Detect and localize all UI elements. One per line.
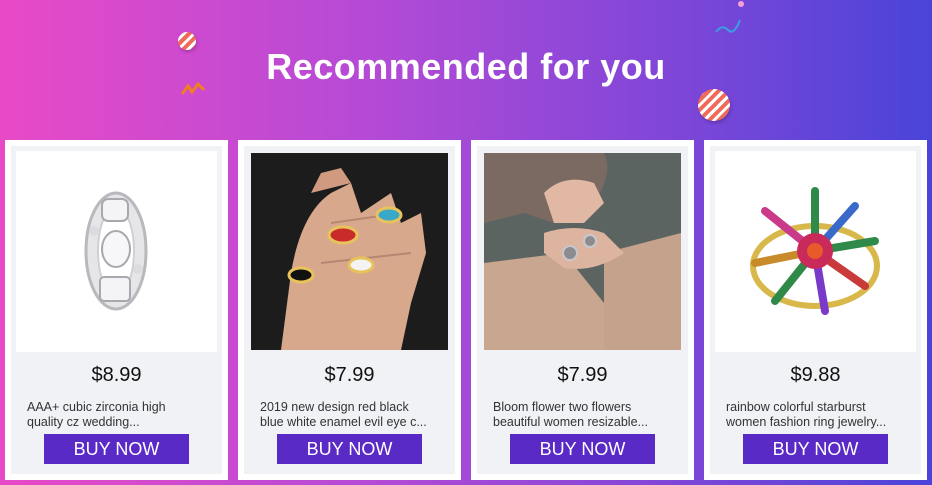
product-image[interactable] — [251, 153, 448, 350]
product-description[interactable]: AAA+ cubic zirconia high quality cz wedd… — [27, 400, 209, 430]
product-price: $7.99 — [557, 364, 608, 386]
hand-with-rings-icon — [251, 153, 448, 350]
product-description[interactable]: rainbow colorful starburst women fashion… — [726, 400, 908, 430]
product-description[interactable]: Bloom flower two flowers beautiful women… — [493, 400, 675, 430]
product-price: $9.88 — [790, 364, 841, 386]
description-line-1: 2019 new design red black — [260, 400, 409, 414]
confetti-streamer-icon — [715, 19, 741, 33]
product-card-body: $9.88 rainbow colorful starburst women f… — [710, 146, 921, 474]
product-card-body: $8.99 AAA+ cubic zirconia high quality c… — [11, 146, 222, 474]
product-card[interactable]: $7.99 Bloom flower two flowers beautiful… — [471, 140, 694, 480]
page-title: Recommended for you — [266, 46, 666, 87]
product-price: $7.99 — [324, 364, 375, 386]
buy-now-button[interactable]: BUY NOW — [44, 434, 189, 464]
starburst-ring-icon — [715, 151, 916, 352]
product-description[interactable]: 2019 new design red black blue white ena… — [260, 400, 442, 430]
product-card[interactable]: $8.99 AAA+ cubic zirconia high quality c… — [5, 140, 228, 480]
buy-now-button[interactable]: BUY NOW — [510, 434, 655, 464]
product-card-body: $7.99 2019 new design red black blue whi… — [244, 146, 455, 474]
silver-ring-icon — [16, 151, 217, 352]
product-image[interactable] — [484, 153, 681, 350]
description-line-2: women fashion ring jewelry... — [726, 415, 887, 429]
buy-now-button[interactable]: BUY NOW — [277, 434, 422, 464]
description-line-1: AAA+ cubic zirconia high — [27, 400, 166, 414]
product-image[interactable] — [16, 151, 217, 352]
product-card[interactable]: $9.88 rainbow colorful starburst women f… — [704, 140, 927, 480]
description-line-1: rainbow colorful starburst — [726, 400, 866, 414]
description-line-1: Bloom flower two flowers — [493, 400, 632, 414]
product-card[interactable]: $7.99 2019 new design red black blue whi… — [238, 140, 461, 480]
product-card-body: $7.99 Bloom flower two flowers beautiful… — [477, 146, 688, 474]
product-image[interactable] — [715, 151, 916, 352]
buy-now-button[interactable]: BUY NOW — [743, 434, 888, 464]
description-line-2: beautiful women resizable... — [493, 415, 648, 429]
balloon-decoration-right — [698, 89, 730, 121]
description-line-2: blue white enamel evil eye c... — [260, 415, 427, 429]
confetti-small-icon — [738, 1, 744, 7]
description-line-2: quality cz wedding... — [27, 415, 140, 429]
product-list: $8.99 AAA+ cubic zirconia high quality c… — [5, 140, 927, 480]
woman-with-ring-icon — [484, 153, 681, 350]
product-price: $8.99 — [91, 364, 142, 386]
